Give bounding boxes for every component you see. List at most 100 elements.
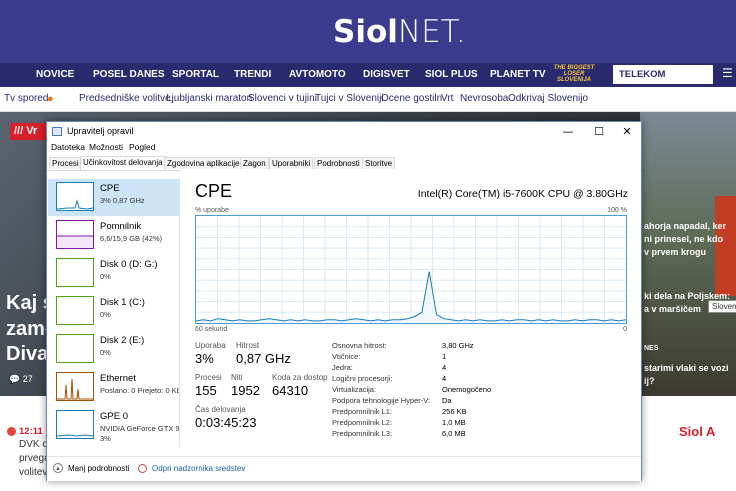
tab-zagon[interactable]: Zagon [240, 157, 269, 169]
resource-monitor-icon [138, 464, 147, 473]
task-manager-footer: ▲ Manj podrobnosti Odpri nadzornika sred… [47, 456, 641, 481]
siol-section-heading[interactable]: Siol A [679, 424, 715, 439]
ethernet-mini-graph [56, 372, 94, 401]
disk1-mini-graph [56, 296, 94, 325]
tab-procesi[interactable]: Procesi [49, 157, 82, 169]
hero-tag: /// Vr [10, 123, 50, 140]
nav-item-siol-plus[interactable]: SIOL PLUS [425, 63, 478, 87]
telekom-slovenije-button[interactable]: TELEKOM SLOVENIJE🔒 [613, 65, 713, 99]
tab-zgodovina-aplikacije[interactable]: Zgodovina aplikacije [164, 157, 243, 169]
nav-item-posel-danes[interactable]: POSEL DANES [93, 63, 165, 87]
tab-bar: Procesi Učinkovitost delovanja Zgodovina… [47, 156, 641, 171]
subnav-nevrosoba[interactable]: Nevrosoba [460, 87, 508, 111]
site-logo[interactable]: SiolNET. [333, 14, 466, 50]
feed-text-2[interactable]: prvega [19, 453, 50, 464]
hero-comment-count[interactable]: 💬 27 [9, 374, 33, 385]
resource-pomnilnik[interactable]: Pomnilnik 6,6/15,9 GB (42%) [48, 217, 179, 254]
graph-y-label: % uporabe [195, 207, 229, 214]
biggest-loser-logo[interactable]: THE BIGGEST LOSER SLOVENIJA [553, 65, 595, 85]
info-label-l1: Predpomnilnik L1: [332, 407, 393, 416]
live-time: 12:11 [19, 426, 43, 437]
gpu-mini-graph [56, 410, 94, 439]
tab-podrobnosti[interactable]: Podrobnosti [314, 157, 363, 169]
subnav-odkrivaj-slovenijo[interactable]: Odkrivaj Slovenijo [508, 87, 588, 111]
cpu-usage-svg [195, 216, 627, 323]
subnav-ocene-gostiln[interactable]: Ocene gostiln [381, 87, 442, 111]
minimize-button[interactable]: — [553, 123, 583, 141]
chevron-up-icon[interactable]: ▲ [53, 463, 63, 473]
resource-gpe-0[interactable]: GPE 0 NVIDIA GeForce GTX 960 3% [48, 407, 179, 447]
side-headline-1[interactable]: ahorja napadal, ker [644, 221, 726, 231]
graph-y-max: 100 % [607, 207, 627, 214]
menu-moznosti[interactable]: Možnosti [89, 142, 123, 152]
maximize-button[interactable]: ☐ [584, 123, 614, 141]
resource-disk-0[interactable]: Disk 0 (D: G:) 0% [48, 255, 179, 292]
threads-value: 1952 [231, 383, 260, 398]
subnav-ljubljanski-maraton[interactable]: Ljubljanski maraton [166, 87, 252, 111]
feed-text-1[interactable]: DVK o [19, 439, 48, 450]
nav-item-planet-tv[interactable]: PLANET TV [490, 63, 546, 87]
subnav-tujci-v-sloveniji[interactable]: Tujci v Sloveniji [315, 87, 384, 111]
tab-storitve[interactable]: Storitve [362, 157, 396, 169]
disk0-mini-graph [56, 258, 94, 287]
info-label-hyperv: Podpora tehnologije Hyper-V: [332, 396, 431, 405]
subnav-predsedniske-volitve[interactable]: Predsedniške volitve [79, 87, 171, 111]
resource-disk-1[interactable]: Disk 1 (C:) 0% [48, 293, 179, 330]
feed-text-3[interactable]: volitev [19, 467, 47, 478]
nav-item-sportal[interactable]: SPORTAL [172, 63, 219, 87]
info-value-cores: 4 [442, 363, 447, 372]
window-title: Upravitelj opravil [67, 126, 134, 136]
resource-cpe[interactable]: CPE 3% 0,87 GHz [48, 179, 179, 216]
side-headline-2[interactable]: ni prinesel, ne kdo [644, 234, 723, 244]
side-section-label: NES [644, 345, 659, 352]
live-dot-icon [7, 427, 16, 436]
menu-datoteka[interactable]: Datoteka [51, 142, 85, 152]
user-icon[interactable]: ☰ [722, 66, 733, 80]
nav-item-trendi[interactable]: TRENDI [234, 63, 271, 87]
cpe-mini-graph [56, 182, 94, 211]
basketball-icon: ● [47, 93, 54, 105]
task-manager-window: Upravitelj opravil — ☐ ✕ Datoteka Možnos… [46, 121, 642, 481]
info-value-logical: 4 [442, 374, 447, 383]
panel-heading: CPE [195, 181, 233, 201]
side-headline-5[interactable]: a v maršičem [644, 304, 701, 314]
usage-value: 3% [195, 351, 214, 366]
info-label-sockets: Vtičnice: [332, 352, 361, 361]
subnav-vrt[interactable]: Vrt [441, 87, 453, 111]
info-value-sockets: 1 [442, 352, 447, 361]
subnav-tv-spored[interactable]: Tv spored [4, 87, 48, 111]
handles-label: Koda za dostop [272, 373, 328, 382]
tab-uporabniki[interactable]: Uporabniki [269, 157, 314, 169]
cpu-detail-panel: CPE Intel(R) Core(TM) i5-7600K CPU @ 3.8… [180, 170, 640, 450]
site-header: SiolNET. [0, 0, 736, 63]
subnav-slovenci-v-tujini[interactable]: Slovenci v tujini [248, 87, 317, 111]
info-label-l2: Predpomnilnik L2: [332, 418, 393, 427]
handles-value: 64310 [272, 383, 309, 398]
hero-title-line-3[interactable]: Diva [6, 343, 48, 366]
menu-pogled[interactable]: Pogled [129, 142, 155, 152]
side-headline-7[interactable]: ij? [644, 376, 655, 386]
hero-worker-figure [715, 196, 736, 296]
info-label-l3: Predpomnilnik L3: [332, 429, 393, 438]
fewer-details-link[interactable]: Manj podrobnosti [68, 464, 129, 473]
open-resource-monitor-link[interactable]: Odpri nadzornika sredstev [152, 464, 245, 473]
side-headline-3[interactable]: v prvem krogu [644, 247, 706, 257]
nav-item-avtomoto[interactable]: AVTOMOTO [289, 63, 346, 87]
memory-mini-graph [56, 220, 94, 249]
nav-item-novice[interactable]: NOVICE [36, 63, 74, 87]
side-headline-6[interactable]: starimi vlaki se vozi [644, 363, 729, 373]
nav-item-digisvet[interactable]: DIGISVET [363, 63, 410, 87]
info-value-l3: 6,0 MB [442, 429, 466, 438]
uptime-value: 0:03:45:23 [195, 415, 257, 430]
info-label-virtualization: Virtualizacija: [332, 385, 377, 394]
info-label-base-speed: Osnovna hitrost: [332, 341, 387, 350]
resource-disk-2[interactable]: Disk 2 (E:) 0% [48, 331, 179, 368]
tab-ucinkovitost-delovanja[interactable]: Učinkovitost delovanja [80, 156, 166, 170]
resource-ethernet[interactable]: Ethernet Poslano: 0 Prejeto: 0 Kb [48, 369, 179, 406]
language-tooltip: Slovene [708, 300, 736, 313]
title-bar[interactable]: Upravitelj opravil — ☐ ✕ [47, 122, 641, 142]
close-button[interactable]: ✕ [612, 123, 642, 141]
info-value-virtualization: Onemogočeno [442, 385, 492, 394]
info-value-l2: 1,0 MB [442, 418, 466, 427]
cpu-usage-graph [195, 215, 627, 324]
